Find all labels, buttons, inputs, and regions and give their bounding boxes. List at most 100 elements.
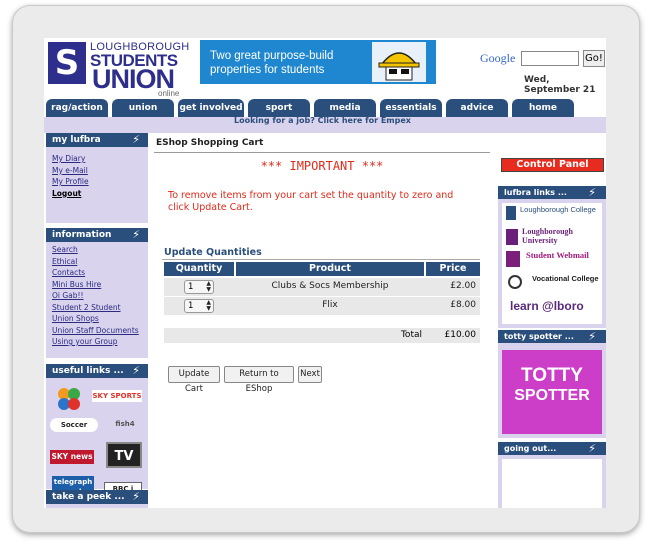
my-lufbra-header: my lufbra ⚡ [46,133,148,147]
link-loughborough-college[interactable]: Loughborough College [520,205,600,214]
lufbra-links-list: Loughborough College Loughborough Univer… [502,203,602,324]
link-logout[interactable]: Logout [46,188,148,200]
bolt-icon: ⚡ [132,364,140,377]
information-title: information [52,230,112,240]
information-box: information ⚡ Search Ethical Contacts Min… [46,228,148,358]
empex-link[interactable]: Looking for a job? Click here for Empex [234,116,411,125]
nav-tab-essentials[interactable]: essentials [380,99,442,117]
link-my-profile[interactable]: My Profile [46,176,148,188]
link-student-2-student[interactable]: Student 2 Student [46,302,148,314]
link-ethical[interactable]: Ethical [46,256,148,268]
take-a-peek-title: take a peek ... [52,492,125,502]
table-row: 1 ▲ ▼ Flix £8.00 [164,297,480,315]
link-learn-lboro[interactable]: learn @lboro [510,299,598,313]
totty-spotter-banner[interactable]: TOTTY SPOTTER [502,350,602,434]
link-my-email[interactable]: My e-Mail [46,165,148,177]
nav-tab-get-involved[interactable]: get involved [178,99,244,117]
totty-spotter-box: totty spotter ... ⚡ TOTTY SPOTTER [498,330,606,438]
col-header-quantity: Quantity [164,262,234,276]
page-title: EShop Shopping Cart [156,138,264,148]
totty-spotter-title: totty spotter ... [504,332,574,341]
quantity-select[interactable]: 1 ▲ ▼ [184,280,214,294]
nav-tab-sport[interactable]: sport [248,99,310,117]
ad-banner[interactable]: Two great purpose-build properties for s… [200,40,436,84]
search-input[interactable] [521,51,579,66]
bolt-icon: ⚡ [132,228,140,241]
lufbra-links-box: lufbra links ... ⚡ Loughborough College L… [498,186,606,328]
useful-links-box: useful links ... ⚡ SKY SPORTS Soccer fish… [46,364,148,498]
nav-tab-home[interactable]: home [512,99,574,117]
link-vocational-college[interactable]: Vocational College [532,275,600,283]
msn-butterfly-icon[interactable] [54,384,84,414]
link-union-staff-documents[interactable]: Union Staff Documents [46,325,148,337]
update-quantities-title: Update Quantities [164,247,262,258]
link-search[interactable]: Search [46,244,148,256]
bolt-icon: ⚡ [588,330,596,343]
link-using-your-group[interactable]: Using your Group [46,336,148,348]
take-a-peek-header: take a peek ... ⚡ [46,490,148,504]
next-button[interactable]: Next [298,366,322,383]
bolt-icon: ⚡ [588,442,596,455]
cart-instructions: To remove items from your cart set the q… [168,190,454,213]
select-arrows-icon: ▲ ▼ [206,299,211,312]
quantity-value: 1 [188,282,194,292]
link-student-webmail[interactable]: Student Webmail [526,250,600,260]
take-a-peek-box: take a peek ... ⚡ [46,490,148,508]
announcement-strip: Looking for a job? Click here for Empex [44,116,606,133]
nav-tab-rag-action[interactable]: rag/action [46,99,108,117]
current-date: Wed, September 21 [524,75,596,95]
bolt-icon: ⚡ [132,490,140,503]
browser-page: S LOUGHBOROUGH STUDENTS UNION online Two… [44,38,606,508]
union-logo[interactable]: S LOUGHBOROUGH STUDENTS UNION online [46,40,196,98]
going-out-title: going out... [504,444,557,453]
sky-news-logo[interactable]: SKY news [50,450,94,464]
bolt-icon: ⚡ [132,133,140,146]
link-contacts[interactable]: Contacts [46,267,148,279]
title-divider [154,152,490,153]
go-button[interactable]: Go! [583,50,605,67]
quantity-value: 1 [188,301,194,311]
banner-text: Two great purpose-build properties for s… [210,50,334,76]
nav-tab-media[interactable]: media [314,99,376,117]
hardhat-character-icon [372,42,426,82]
going-out-content [502,459,602,508]
bolt-icon: ⚡ [588,186,596,199]
useful-logos: SKY SPORTS Soccer fish4 SKY news TV tele… [46,378,148,506]
product-price: £2.00 [450,281,476,291]
university-crest-icon [506,229,518,245]
nav-tab-advice[interactable]: advice [446,99,508,117]
product-name: Clubs & Socs Membership [271,281,389,291]
link-mini-bus-hire[interactable]: Mini Bus Hire [46,279,148,291]
link-my-diary[interactable]: My Diary [46,153,148,165]
total-value: £10.00 [444,330,477,340]
product-name: Flix [322,300,338,310]
vocational-crest-icon [508,275,522,289]
college-crest-icon [506,206,516,220]
sky-sports-logo[interactable]: SKY SPORTS [92,390,142,402]
soccer-logo[interactable]: Soccer [50,418,98,432]
logo-mark: S [48,42,86,84]
total-label: Total [400,330,422,340]
control-panel-button[interactable]: Control Panel [501,158,604,172]
product-price: £8.00 [450,300,476,310]
link-loughborough-university[interactable]: Loughborough University [522,227,600,245]
select-arrows-icon: ▲ ▼ [206,280,211,293]
table-row: 1 ▲ ▼ Clubs & Socs Membership £2.00 [164,278,480,296]
link-union-shops[interactable]: Union Shops [46,313,148,325]
section-divider [162,259,480,260]
nav-tab-union[interactable]: union [112,99,174,117]
main-nav: rag/action union get involved sport medi… [44,99,606,117]
update-cart-button[interactable]: Update Cart [168,366,220,394]
link-oi-gab[interactable]: Oi Gab!! [46,290,148,302]
lufbra-links-title: lufbra links ... [504,188,567,197]
totty-spotter-header: totty spotter ... ⚡ [498,330,606,343]
quantity-select[interactable]: 1 ▲ ▼ [184,299,214,313]
col-header-price: Price [426,262,480,276]
total-row: Total £10.00 [164,328,480,343]
tv-logo[interactable]: TV [106,442,142,468]
fish4-logo[interactable]: fish4 [112,414,138,434]
google-label: Google [480,51,516,65]
my-lufbra-title: my lufbra [52,135,101,145]
return-to-eshop-button[interactable]: Return to EShop [224,366,294,394]
col-header-product: Product [236,262,424,276]
